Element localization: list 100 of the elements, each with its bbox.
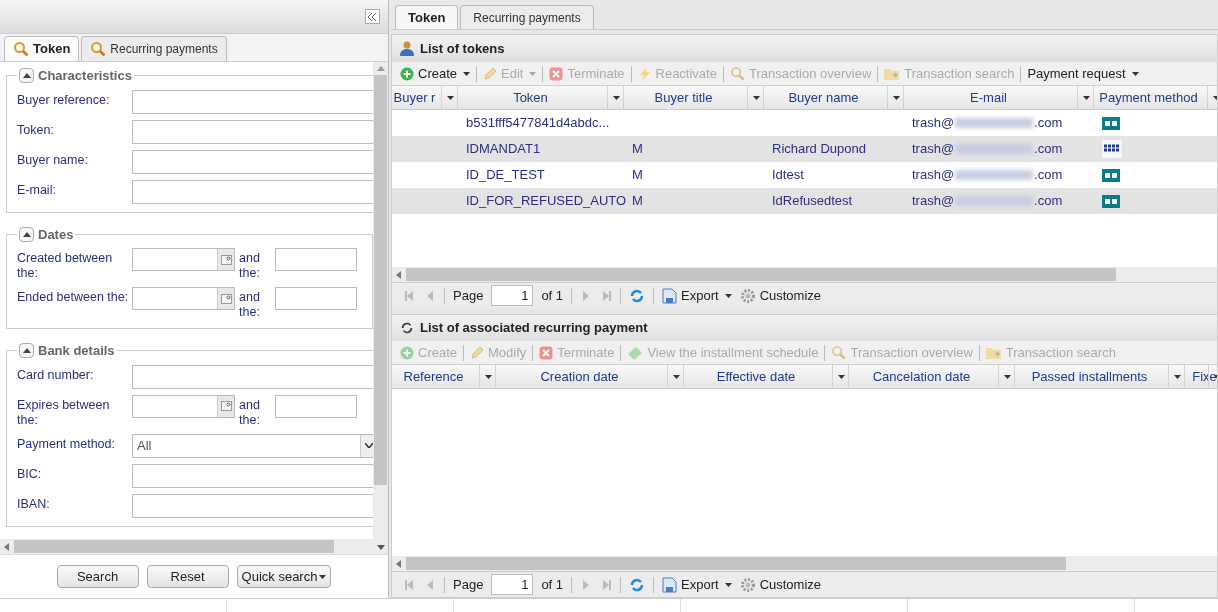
text-field[interactable] bbox=[132, 364, 373, 389]
section-title: Dates bbox=[38, 225, 74, 244]
search-icon bbox=[90, 41, 107, 57]
date-field[interactable] bbox=[132, 248, 235, 271]
collapse-section-button[interactable] bbox=[19, 68, 34, 84]
gear-icon bbox=[739, 287, 756, 304]
export-button[interactable]: Export bbox=[662, 285, 732, 306]
card-logo-icon bbox=[1102, 116, 1120, 130]
table-row[interactable]: ID_FOR_REFUSED_AUTO M IdRefusedtest trash@ .com bbox=[392, 188, 1217, 214]
tab[interactable]: Token bbox=[395, 5, 459, 29]
column-header[interactable]: Buyer name bbox=[764, 86, 904, 109]
text-field[interactable] bbox=[132, 89, 373, 114]
column-header[interactable]: Reference bbox=[392, 365, 496, 388]
toolbar-button[interactable]: Create bbox=[400, 63, 471, 84]
caret-icon bbox=[1083, 95, 1090, 100]
page-label: Page bbox=[453, 575, 484, 594]
horizontal-scrollbar[interactable] bbox=[392, 556, 1217, 571]
tab[interactable]: Recurring payments bbox=[81, 36, 227, 61]
scroll-left-icon[interactable] bbox=[396, 559, 402, 568]
field-label: Created between the: bbox=[17, 250, 114, 281]
page-count: of 1 bbox=[541, 575, 564, 594]
text-field[interactable] bbox=[132, 119, 373, 144]
form-button[interactable]: Quick search bbox=[236, 565, 332, 588]
form-button[interactable]: Search bbox=[56, 565, 139, 588]
banknote-icon bbox=[627, 345, 644, 360]
refresh-icon[interactable] bbox=[629, 287, 646, 304]
date-field[interactable] bbox=[275, 248, 357, 271]
column-header[interactable]: Passed installments bbox=[1015, 365, 1185, 388]
tab[interactable]: Recurring payments bbox=[460, 5, 594, 29]
last-page-icon[interactable] bbox=[600, 289, 613, 302]
column-menu-button[interactable] bbox=[887, 86, 903, 109]
first-page-icon[interactable] bbox=[404, 578, 416, 591]
column-header[interactable]: Buyer title bbox=[624, 86, 764, 109]
table-cell-text: Idtest bbox=[771, 166, 805, 185]
save-icon bbox=[662, 576, 678, 593]
date-field[interactable] bbox=[132, 287, 235, 310]
field-label: and the: bbox=[238, 289, 261, 320]
first-page-icon[interactable] bbox=[404, 289, 416, 302]
table-row[interactable]: IDMANDAT1 M Richard Dupond trash@ .com bbox=[392, 136, 1217, 162]
date-field[interactable] bbox=[275, 394, 357, 418]
table-cell-text: trash@ .com bbox=[911, 166, 1064, 185]
text-field[interactable] bbox=[132, 463, 373, 488]
collapse-section-button[interactable] bbox=[19, 343, 34, 359]
gear-icon bbox=[739, 576, 756, 593]
column-menu-button[interactable] bbox=[479, 365, 495, 388]
column-header[interactable]: Token bbox=[458, 86, 624, 109]
column-header[interactable]: Cancelation date bbox=[849, 365, 1015, 388]
toolbar-button[interactable]: Payment request bbox=[1027, 63, 1139, 84]
column-header[interactable]: E-mail bbox=[904, 86, 1094, 109]
calendar-icon[interactable] bbox=[217, 288, 234, 309]
column-menu-button[interactable] bbox=[607, 86, 623, 109]
refresh-icon[interactable] bbox=[629, 576, 646, 593]
column-header[interactable]: Fixe bbox=[1185, 365, 1217, 388]
last-page-icon[interactable] bbox=[600, 578, 613, 591]
column-menu-button[interactable] bbox=[667, 365, 683, 388]
column-header[interactable]: Payment method bbox=[1094, 86, 1217, 109]
field-label: Buyer name: bbox=[17, 151, 89, 168]
column-header[interactable]: Buyer r bbox=[392, 86, 458, 109]
scroll-up-icon[interactable] bbox=[376, 66, 385, 71]
table-cell-text: trash@ .com bbox=[911, 192, 1064, 211]
column-menu-button[interactable] bbox=[1168, 365, 1184, 388]
scroll-left-icon[interactable] bbox=[396, 270, 402, 279]
customize-button[interactable]: Customize bbox=[739, 574, 822, 595]
sepa-logo-icon bbox=[1102, 140, 1122, 158]
calendar-icon[interactable] bbox=[217, 249, 234, 270]
column-header[interactable]: Creation date bbox=[496, 365, 684, 388]
date-field[interactable] bbox=[132, 394, 235, 418]
scroll-left-icon[interactable] bbox=[4, 542, 10, 551]
column-menu-button[interactable] bbox=[441, 86, 457, 109]
tab[interactable]: Token bbox=[4, 36, 80, 61]
form-button[interactable]: Reset bbox=[146, 565, 229, 588]
page-field[interactable]: 1 bbox=[491, 285, 534, 306]
table-cell-text: ID_DE_TEST bbox=[465, 166, 546, 185]
export-button[interactable]: Export bbox=[662, 574, 732, 595]
field-label: BIC: bbox=[17, 465, 43, 482]
calendar-icon[interactable] bbox=[217, 395, 234, 417]
column-menu-button[interactable] bbox=[747, 86, 763, 109]
page-field[interactable]: 1 bbox=[491, 574, 534, 595]
text-field[interactable] bbox=[132, 493, 373, 518]
vertical-scrollbar[interactable] bbox=[373, 62, 388, 554]
payment-method-select[interactable]: All bbox=[132, 433, 373, 458]
folder-icon bbox=[985, 345, 1002, 360]
collapse-panel-button[interactable] bbox=[365, 9, 380, 24]
column-menu-button[interactable] bbox=[832, 365, 848, 388]
horizontal-scrollbar[interactable] bbox=[392, 267, 1217, 282]
caret-icon bbox=[893, 95, 900, 100]
horizontal-scrollbar[interactable] bbox=[0, 539, 373, 554]
caret-icon bbox=[447, 95, 454, 100]
collapse-arrow-icon bbox=[22, 231, 31, 237]
column-menu-button[interactable] bbox=[998, 365, 1014, 388]
text-field[interactable] bbox=[132, 179, 373, 204]
collapse-section-button[interactable] bbox=[19, 226, 34, 242]
column-menu-button[interactable] bbox=[1077, 86, 1093, 109]
column-header[interactable]: Effective date bbox=[684, 365, 849, 388]
collapse-arrow-icon bbox=[22, 348, 31, 354]
text-field[interactable] bbox=[132, 149, 373, 174]
scroll-down-icon[interactable] bbox=[376, 545, 385, 550]
date-field[interactable] bbox=[275, 287, 357, 310]
caret-icon bbox=[529, 71, 537, 76]
customize-button[interactable]: Customize bbox=[739, 285, 822, 306]
